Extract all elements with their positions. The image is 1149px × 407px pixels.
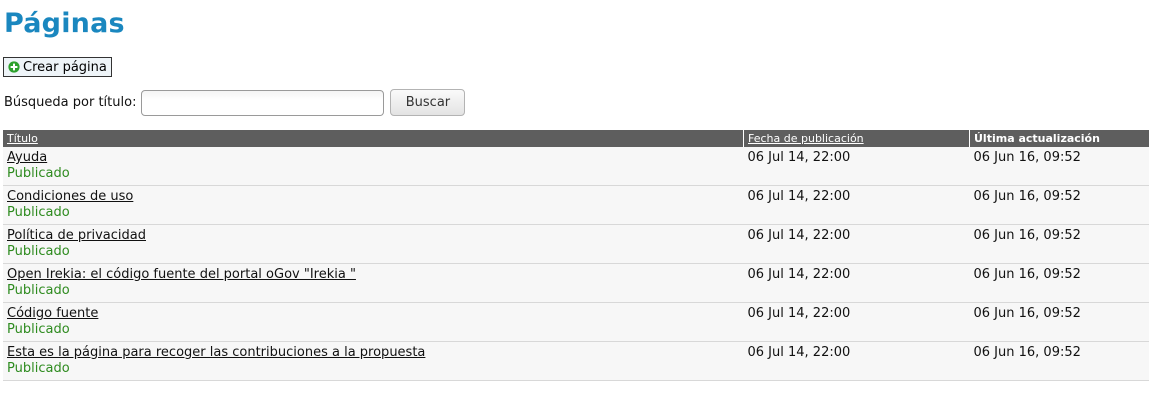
cell-published: 06 Jul 14, 22:00	[743, 185, 970, 225]
page-title: Páginas	[4, 8, 125, 39]
cell-updated: 06 Jun 16, 09:52	[969, 263, 1149, 303]
table-row: Ayuda Publicado 06 Jul 14, 22:00 06 Jun …	[3, 147, 1149, 186]
plus-circle-icon	[8, 61, 20, 73]
page-title-link[interactable]: Open Irekia: el código fuente del portal…	[7, 267, 356, 282]
page-title-link[interactable]: Condiciones de uso	[7, 189, 133, 204]
table-row: Código fuente Publicado 06 Jul 14, 22:00…	[3, 302, 1149, 342]
cell-published: 06 Jul 14, 22:00	[743, 302, 970, 342]
sort-by-published-link[interactable]: Fecha de publicación	[748, 132, 864, 145]
status-label: Publicado	[7, 361, 70, 376]
search-input[interactable]	[141, 89, 385, 116]
cell-title: Esta es la página para recoger las contr…	[3, 341, 744, 381]
table-row: Política de privacidad Publicado 06 Jul …	[3, 224, 1149, 264]
pages-table: Título Fecha de publicación Última actua…	[3, 130, 1149, 381]
column-header-updated: Última actualización	[969, 130, 1149, 147]
search-button[interactable]: Buscar	[390, 89, 466, 116]
table-row: Esta es la página para recoger las contr…	[3, 341, 1149, 381]
search-label: Búsqueda por título:	[4, 95, 137, 110]
cell-updated: 06 Jun 16, 09:52	[969, 302, 1149, 342]
page-title-link[interactable]: Esta es la página para recoger las contr…	[7, 345, 425, 360]
column-header-published: Fecha de publicación	[743, 130, 970, 147]
cell-updated: 06 Jun 16, 09:52	[969, 185, 1149, 225]
status-label: Publicado	[7, 322, 70, 337]
cell-title: Política de privacidad Publicado	[3, 224, 744, 264]
table-header-row: Título Fecha de publicación Última actua…	[3, 130, 1149, 147]
search-form: Búsqueda por título: Buscar	[4, 89, 466, 116]
cell-updated: 06 Jun 16, 09:52	[969, 147, 1149, 186]
cell-title: Open Irekia: el código fuente del portal…	[3, 263, 744, 303]
cell-updated: 06 Jun 16, 09:52	[969, 341, 1149, 381]
create-page-button[interactable]: Crear página	[3, 57, 112, 77]
page-title-link[interactable]: Ayuda	[7, 150, 47, 165]
table-row: Condiciones de uso Publicado 06 Jul 14, …	[3, 185, 1149, 225]
cell-published: 06 Jul 14, 22:00	[743, 224, 970, 264]
table-row: Open Irekia: el código fuente del portal…	[3, 263, 1149, 303]
pages-admin: Páginas Crear página Búsqueda por título…	[0, 0, 1149, 407]
status-label: Publicado	[7, 166, 70, 181]
sort-by-title-link[interactable]: Título	[7, 132, 38, 145]
cell-title: Ayuda Publicado	[3, 147, 744, 186]
cell-published: 06 Jul 14, 22:00	[743, 147, 970, 186]
cell-updated: 06 Jun 16, 09:52	[969, 224, 1149, 264]
cell-published: 06 Jul 14, 22:00	[743, 341, 970, 381]
create-page-label: Crear página	[23, 59, 107, 75]
status-label: Publicado	[7, 244, 70, 259]
cell-title: Código fuente Publicado	[3, 302, 744, 342]
page-title-link[interactable]: Código fuente	[7, 306, 98, 321]
column-header-title: Título	[3, 130, 744, 147]
status-label: Publicado	[7, 283, 70, 298]
cell-published: 06 Jul 14, 22:00	[743, 263, 970, 303]
page-title-link[interactable]: Política de privacidad	[7, 228, 146, 243]
status-label: Publicado	[7, 205, 70, 220]
cell-title: Condiciones de uso Publicado	[3, 185, 744, 225]
